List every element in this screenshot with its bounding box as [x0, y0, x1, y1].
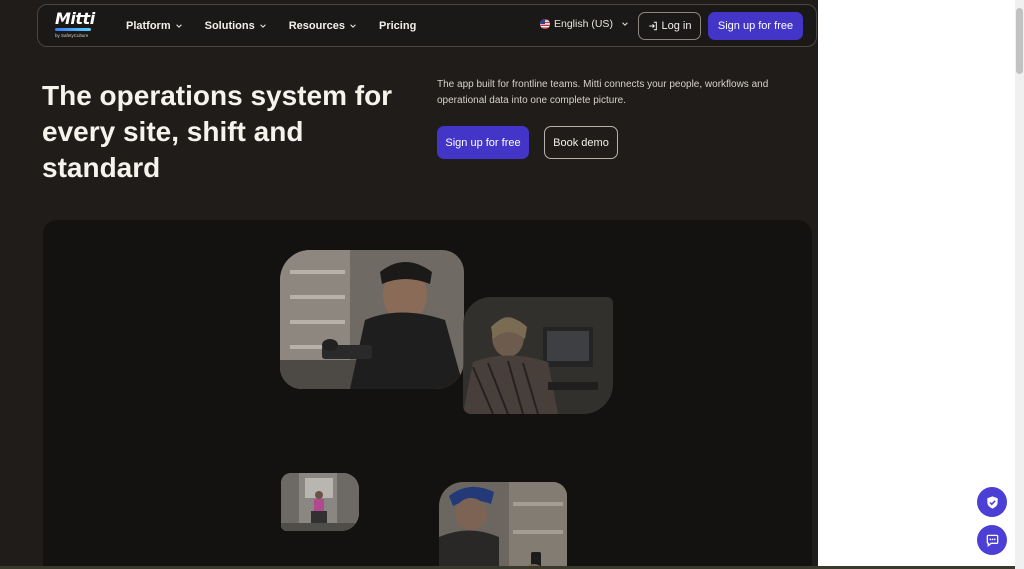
worker-photo-aisle: [281, 473, 359, 531]
privacy-settings-button[interactable]: [977, 487, 1007, 517]
nav-item-platform[interactable]: Platform: [126, 20, 183, 32]
nav-item-label: Platform: [126, 19, 171, 32]
chat-support-button[interactable]: [977, 525, 1007, 555]
logo-underline: [55, 28, 91, 31]
logo-wordmark: Mitti: [55, 9, 95, 28]
hero-cta-group: Sign up for free Book demo: [437, 126, 618, 159]
chat-bubble-icon: [986, 534, 998, 547]
nav-item-label: Resources: [288, 19, 345, 32]
nav-item-label: Pricing: [379, 19, 417, 32]
language-selector[interactable]: English (US): [540, 18, 629, 30]
language-label: English (US): [554, 18, 613, 30]
worker-photo-computer: [463, 297, 613, 414]
hero-signup-button[interactable]: Sign up for free: [437, 126, 529, 159]
chevron-down-icon: [259, 23, 266, 28]
shield-check-icon: [986, 495, 998, 509]
nav-item-label: Solutions: [204, 19, 255, 32]
mitti-logo[interactable]: Mitti by SafetyCulture: [55, 11, 99, 41]
hero-title: The operations system for every site, sh…: [42, 80, 393, 183]
chevron-down-icon: [175, 23, 182, 28]
login-arrow-icon: [648, 21, 657, 31]
nav-item-solutions[interactable]: Solutions: [205, 20, 267, 32]
top-navbar: Mitti by SafetyCulture Platform Solution…: [37, 4, 817, 47]
login-label: Log in: [661, 20, 692, 32]
worker-photo-warehouse: [280, 250, 464, 389]
book-demo-button[interactable]: Book demo: [544, 126, 618, 159]
scrollbar-track[interactable]: [1015, 0, 1024, 569]
worker-photo-phone: [439, 482, 567, 569]
hero-description: The app built for frontline teams. Mitti…: [437, 79, 769, 106]
login-button[interactable]: Log in: [638, 12, 701, 40]
logo-tagline: by SafetyCulture: [55, 33, 89, 38]
main-nav: Platform Solutions Resources Pricing: [126, 5, 438, 46]
nav-item-resources[interactable]: Resources: [289, 20, 357, 32]
us-flag-icon: [540, 19, 550, 29]
hero-media-panel: [43, 220, 812, 569]
signup-nav-button[interactable]: Sign up for free: [708, 12, 803, 40]
page-right-whitespace: [818, 0, 1015, 569]
chevron-down-icon: [350, 23, 356, 28]
nav-item-pricing[interactable]: Pricing: [379, 20, 416, 32]
scrollbar-thumb[interactable]: [1016, 8, 1023, 74]
chevron-down-icon: [622, 22, 628, 26]
